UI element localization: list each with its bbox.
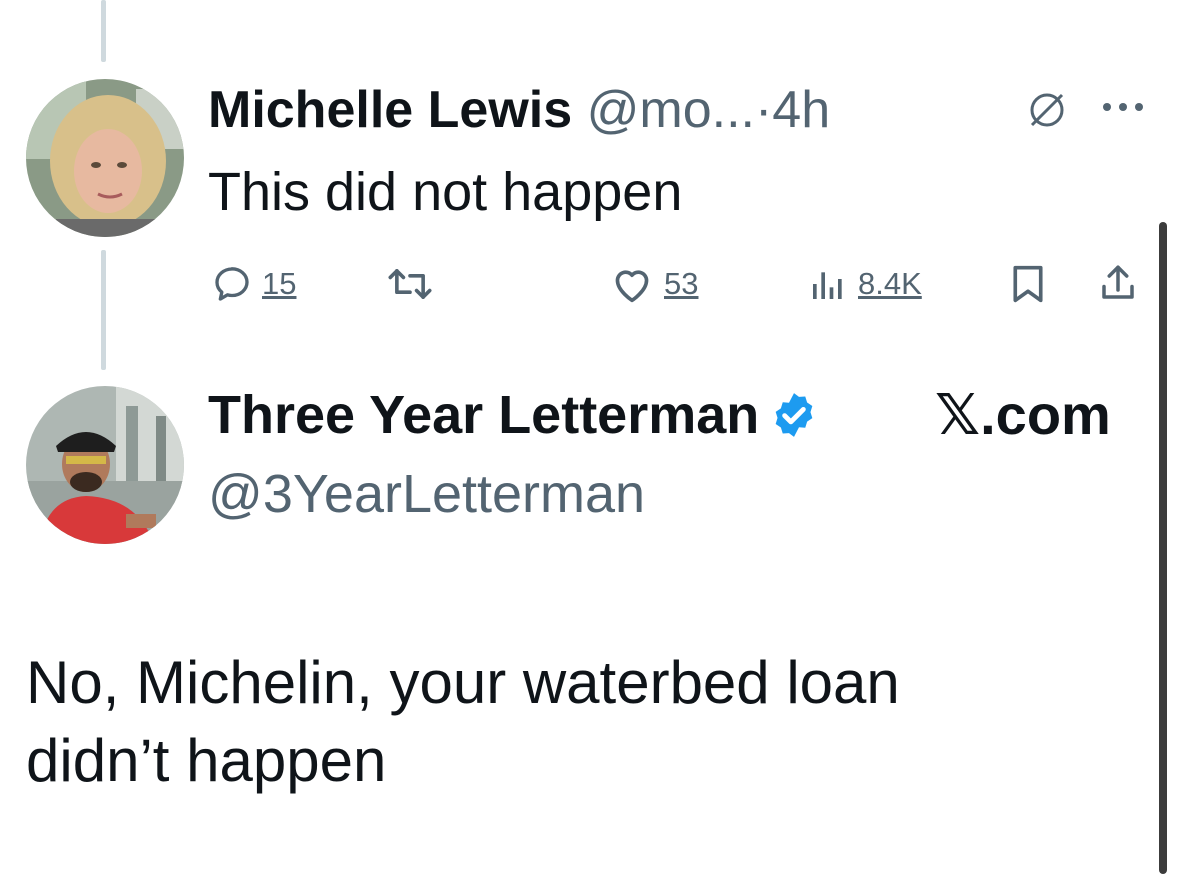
reply-count: 15 <box>262 266 297 301</box>
verified-badge-icon <box>775 393 813 437</box>
timestamp[interactable]: 4h <box>772 81 830 139</box>
like-icon <box>615 270 649 303</box>
views-button[interactable]: 8.4K <box>808 264 922 304</box>
retweet-icon <box>388 269 432 299</box>
quoted-text-line-2: didn’t happen <box>26 727 387 794</box>
scrollbar[interactable] <box>1159 222 1167 874</box>
thread-line-middle <box>101 250 106 370</box>
source-label[interactable]: 𝕏.com <box>935 383 1111 447</box>
tweet-text: This did not happen <box>208 162 683 222</box>
retweet-button[interactable] <box>387 264 433 304</box>
views-count: 8.4K <box>858 266 922 301</box>
like-count: 53 <box>664 266 699 301</box>
avatar-three-year-letterman[interactable] <box>26 386 184 544</box>
quoted-text-line-1: No, Michelin, your waterbed loan <box>26 649 900 716</box>
quoted-author-handle[interactable]: @3YearLetterman <box>208 462 645 526</box>
grok-icon[interactable] <box>1026 89 1068 136</box>
avatar-michelle-lewis[interactable] <box>26 79 184 237</box>
reply-icon <box>215 267 249 301</box>
reply-button[interactable]: 15 <box>212 264 296 304</box>
thread-line-top <box>101 0 106 62</box>
separator-dot: · <box>754 81 773 139</box>
quoted-author-name[interactable]: Three Year Letterman <box>208 383 759 447</box>
views-icon <box>813 272 842 299</box>
more-icon[interactable] <box>1100 100 1146 119</box>
bookmark-icon[interactable] <box>1009 264 1047 309</box>
author-handle[interactable]: @mo... <box>587 81 755 139</box>
author-name[interactable]: Michelle Lewis <box>208 81 572 139</box>
like-button[interactable]: 53 <box>610 264 698 304</box>
share-icon[interactable] <box>1097 262 1139 309</box>
